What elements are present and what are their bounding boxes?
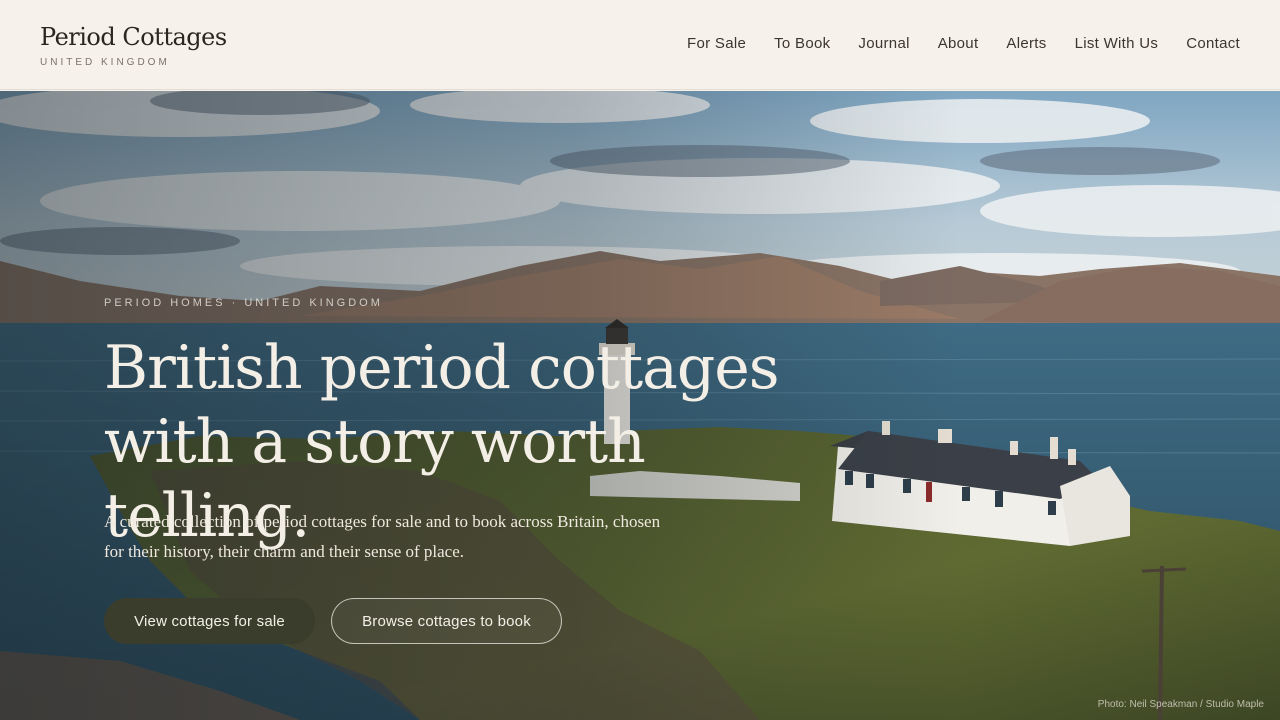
hero-lede: A curated collection of period cottages … — [104, 512, 661, 561]
view-cottages-for-sale-button[interactable]: View cottages for sale — [104, 598, 315, 644]
hero-headline-line1: British period cottages — [104, 333, 780, 403]
nav-journal[interactable]: Journal — [858, 34, 909, 54]
nav-for-sale[interactable]: For Sale — [687, 34, 746, 54]
brand-name: Period Cottages — [40, 23, 227, 51]
hero-eyebrow: PERIOD HOMES · UNITED KINGDOM — [104, 297, 383, 309]
nav-to-book[interactable]: To Book — [774, 34, 830, 54]
nav-about[interactable]: About — [938, 34, 979, 54]
nav-contact[interactable]: Contact — [1186, 34, 1240, 54]
site-header: Period Cottages UNITED KINGDOM For Sale … — [0, 0, 1280, 90]
nav-alerts[interactable]: Alerts — [1006, 34, 1046, 54]
hero-section: PERIOD HOMES · UNITED KINGDOM British pe… — [0, 91, 1280, 720]
browse-cottages-to-book-button[interactable]: Browse cottages to book — [331, 598, 562, 644]
main-nav: For Sale To Book Journal About Alerts Li… — [687, 34, 1240, 54]
brand-subtitle: UNITED KINGDOM — [40, 57, 170, 68]
nav-list-with-us[interactable]: List With Us — [1075, 34, 1159, 54]
brand-logo[interactable]: Period Cottages UNITED KINGDOM — [40, 21, 227, 68]
photo-credit: Photo: Neil Speakman / Studio Maple — [1097, 699, 1264, 710]
